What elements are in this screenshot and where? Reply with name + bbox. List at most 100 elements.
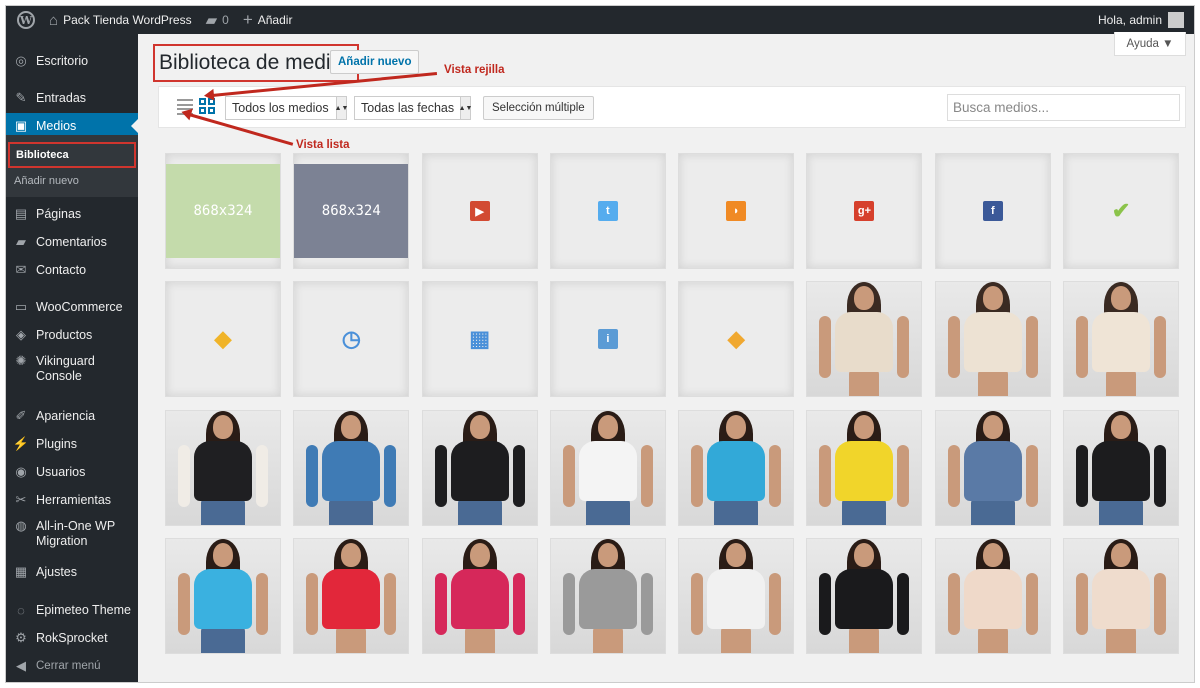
comments-icon: ▰ — [16, 234, 26, 249]
small-tag-icon: ◆ — [727, 326, 745, 352]
site-name-link[interactable]: ⌂ Pack Tienda WordPress — [42, 6, 199, 34]
media-thumbnail[interactable] — [549, 537, 666, 654]
media-thumbnail[interactable]: t — [549, 153, 666, 269]
media-thumbnail[interactable] — [678, 409, 795, 526]
sidebar-item-vikinguard[interactable]: ✺ Vikinguard Console — [6, 353, 138, 388]
sidebar-item-label: Usuarios — [36, 465, 86, 479]
media-date-filter[interactable]: Todas las fechas ▲▼ — [354, 96, 472, 120]
sidebar-item-label: WooCommerce — [36, 300, 123, 314]
media-date-filter-value: Todas las fechas — [361, 101, 455, 115]
youtube-icon: ▶ — [469, 201, 490, 221]
white-polo-dress-photo — [679, 538, 793, 653]
wordpress-logo-icon: W — [17, 11, 35, 29]
dashboard-icon: ◎ — [15, 53, 27, 68]
sidebar-item-paginas[interactable]: ▤ Páginas — [6, 201, 138, 227]
sidebar-item-productos[interactable]: ◈ Productos — [6, 322, 138, 348]
media-thumbnail[interactable]: 868x324 — [165, 153, 281, 269]
sidebar-item-all-in-one-wp-migration[interactable]: ◍ All-in-One WP Migration — [6, 518, 138, 553]
media-thumbnail[interactable]: ◆ — [165, 281, 281, 398]
placeholder-image: 868x324 — [166, 164, 280, 258]
placeholder-image: 868x324 — [294, 164, 409, 258]
sidebar-item-apariencia[interactable]: ✐ Apariencia — [6, 403, 138, 429]
media-thumbnail[interactable] — [806, 537, 923, 654]
media-thumbnail[interactable] — [806, 281, 923, 398]
sidebar-item-entradas[interactable]: ✎ Entradas — [6, 85, 138, 111]
info-icon: i — [597, 329, 618, 350]
sidebar-item-contacto[interactable]: ✉ Contacto — [6, 257, 138, 283]
media-thumbnail[interactable] — [293, 409, 410, 526]
sidebar-item-epimeteo-theme[interactable]: ◌ Epimeteo Theme — [6, 597, 138, 623]
admin-sidebar: ◎ Escritorio ✎ Entradas ▣ Medios Biblioteca… — [6, 34, 138, 682]
box-icon: ◈ — [16, 327, 26, 342]
sidebar-item-ajustes[interactable]: ▦ Ajustes — [6, 559, 138, 585]
sidebar-item-label: Herramientas — [36, 493, 112, 507]
media-thumbnail[interactable] — [934, 409, 1051, 526]
help-tab[interactable]: Ayuda ▼ — [1114, 32, 1186, 56]
leather-jacket-photo — [423, 410, 537, 525]
brush-icon: ✐ — [15, 408, 27, 423]
sidebar-item-usuarios[interactable]: ◉ Usuarios — [6, 459, 138, 485]
sidebar-item-herramientas[interactable]: ✂ Herramientas — [6, 487, 138, 513]
sidebar-item-label: Epimeteo Theme — [36, 603, 131, 617]
submenu-item-biblioteca[interactable]: Biblioteca — [8, 142, 136, 168]
media-thumbnail[interactable] — [293, 537, 410, 654]
media-thumbnail[interactable]: ▦ — [421, 281, 538, 398]
pages-icon: ▤ — [14, 206, 28, 221]
media-toolbar: Todos los medios ▲▼ Todas las fechas ▲▼ … — [158, 86, 1186, 128]
collapse-menu-button[interactable]: ◀ Cerrar menú — [6, 653, 138, 679]
media-thumbnail[interactable] — [421, 409, 538, 526]
greeting: Hola, admin — [1097, 13, 1162, 27]
sidebar-item-label: Medios — [36, 119, 77, 133]
sidebar-item-woocommerce[interactable]: ▭ WooCommerce — [6, 294, 138, 320]
media-thumbnail[interactable]: ◆ — [678, 281, 795, 398]
avatar — [1168, 12, 1184, 28]
media-thumbnail[interactable] — [934, 537, 1051, 654]
media-thumbnail[interactable]: i — [549, 281, 666, 398]
cream-dress-photo — [936, 282, 1050, 397]
strapless-pink-dress-2-photo — [1064, 538, 1178, 653]
wp-logo-menu[interactable]: W — [6, 6, 42, 34]
media-thumbnail[interactable] — [165, 537, 281, 654]
media-thumbnail[interactable]: ▶ — [421, 153, 538, 269]
media-thumbnail[interactable]: f — [934, 153, 1051, 269]
sidebar-item-label: Plugins — [36, 437, 77, 451]
submenu-item-label: Biblioteca — [16, 149, 69, 161]
sidebar-item-escritorio[interactable]: ◎ Escritorio — [6, 48, 138, 74]
home-icon: ⌂ — [49, 11, 59, 29]
media-type-filter[interactable]: Todos los medios ▲▼ — [225, 96, 348, 120]
sidebar-item-plugins[interactable]: ⚡ Plugins — [6, 431, 138, 457]
sidebar-item-roksprocket[interactable]: ⚙ RokSprocket — [6, 625, 138, 651]
facebook-icon: f — [982, 201, 1003, 221]
media-thumbnail[interactable]: ✔ — [1063, 153, 1180, 269]
media-thumbnail[interactable]: ◗ — [678, 153, 795, 269]
clock-icon: ◷ — [341, 326, 361, 352]
media-thumbnail[interactable] — [806, 409, 923, 526]
media-thumbnail[interactable]: g+ — [806, 153, 923, 269]
jeans-photo — [936, 410, 1050, 525]
media-thumbnail[interactable] — [1063, 409, 1180, 526]
media-thumbnail[interactable]: 868x324 — [293, 153, 410, 269]
pink-dress-photo — [423, 538, 537, 653]
media-thumbnail[interactable] — [1063, 537, 1180, 654]
admin-bar: W ⌂ Pack Tienda WordPress ▰ 0 + Añadir H… — [6, 6, 1194, 34]
chevron-down-icon: ▲▼ — [335, 97, 348, 119]
media-thumbnail[interactable] — [678, 537, 795, 654]
checkmark-icon: ✔ — [1111, 198, 1131, 223]
search-input[interactable] — [947, 94, 1180, 121]
media-thumbnail[interactable] — [165, 409, 281, 526]
my-account-menu[interactable]: Hola, admin — [1091, 6, 1194, 34]
media-thumbnail[interactable] — [421, 537, 538, 654]
media-thumbnail[interactable] — [1063, 281, 1180, 398]
media-thumbnail[interactable] — [549, 409, 666, 526]
sidebar-item-label: Entradas — [36, 91, 87, 105]
add-new-button[interactable]: Añadir nuevo — [330, 50, 420, 74]
submenu-item-anadir-nuevo[interactable]: Añadir nuevo — [8, 171, 136, 191]
yellow-polo-photo — [807, 410, 921, 525]
sidebar-item-comentarios[interactable]: ▰ Comentarios — [6, 229, 138, 255]
bulk-select-button[interactable]: Selección múltiple — [483, 96, 594, 120]
white-tank-photo — [551, 410, 665, 525]
media-thumbnail[interactable]: ◷ — [293, 281, 410, 398]
comments-link[interactable]: ▰ 0 — [199, 6, 236, 34]
media-thumbnail[interactable] — [934, 281, 1051, 398]
new-content-menu[interactable]: + Añadir — [236, 6, 300, 34]
